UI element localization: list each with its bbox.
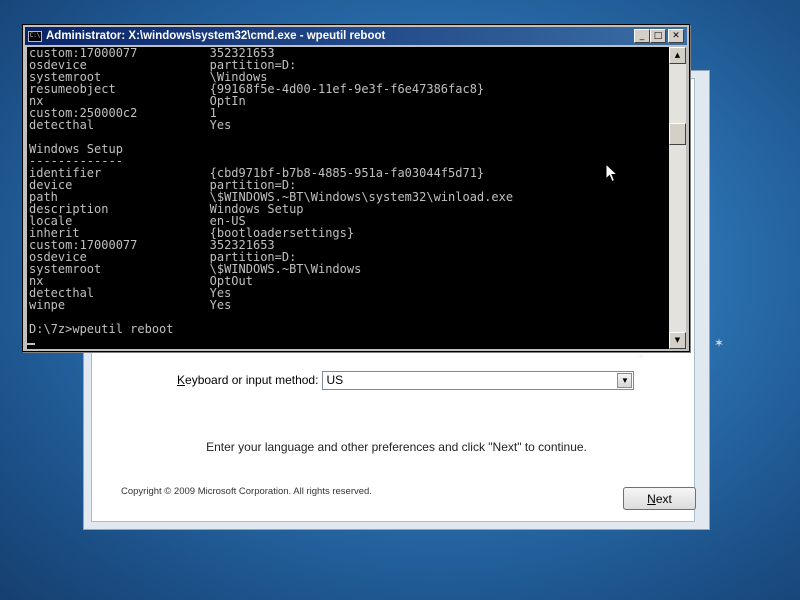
sparkle-decoration: ✶ [637, 352, 646, 363]
console-lines: custom:17000077 352321653 osdevice partit… [27, 47, 669, 335]
console-line: winpe Yes [29, 298, 232, 312]
vertical-scrollbar[interactable]: ▲ ▼ [669, 47, 686, 349]
setup-instruction: Enter your language and other preference… [206, 440, 587, 454]
scroll-up-button[interactable]: ▲ [669, 47, 686, 64]
cmd-window[interactable]: C:\ Administrator: X:\windows\system32\c… [22, 24, 690, 352]
console-line: D:\7z>wpeutil reboot [29, 322, 174, 336]
keyboard-dropdown[interactable]: US ▼ [322, 370, 635, 390]
scroll-down-button[interactable]: ▼ [669, 332, 686, 349]
console-output[interactable]: custom:17000077 352321653 osdevice partit… [27, 47, 669, 349]
cmd-icon: C:\ [28, 30, 42, 42]
chevron-down-icon[interactable]: ▼ [617, 372, 633, 388]
close-button[interactable]: ✕ [668, 29, 684, 43]
mouse-pointer-icon [605, 163, 618, 183]
minimize-button[interactable]: _ [634, 29, 650, 43]
sparkle-decoration: ✶ [714, 336, 725, 350]
next-label: ext [655, 491, 672, 506]
cmd-title: Administrator: X:\windows\system32\cmd.e… [46, 30, 386, 42]
keyboard-label: Keyboard or input method: [177, 373, 319, 387]
window-controls: _ □ ✕ [634, 29, 684, 43]
copyright-text: Copyright © 2009 Microsoft Corporation. … [121, 486, 372, 497]
text-cursor [27, 343, 35, 345]
keyboard-value: US [326, 373, 344, 387]
next-accel: N [647, 491, 656, 506]
keyboard-row: Keyboard or input method: US ▼ [177, 369, 635, 391]
cmd-titlebar[interactable]: C:\ Administrator: X:\windows\system32\c… [25, 27, 687, 45]
maximize-button[interactable]: □ [650, 29, 666, 43]
console-line: detecthal Yes [29, 118, 232, 132]
scrollbar-thumb[interactable] [669, 123, 686, 145]
next-button[interactable]: Next [623, 487, 696, 510]
console-line: Windows Setup [29, 142, 123, 156]
